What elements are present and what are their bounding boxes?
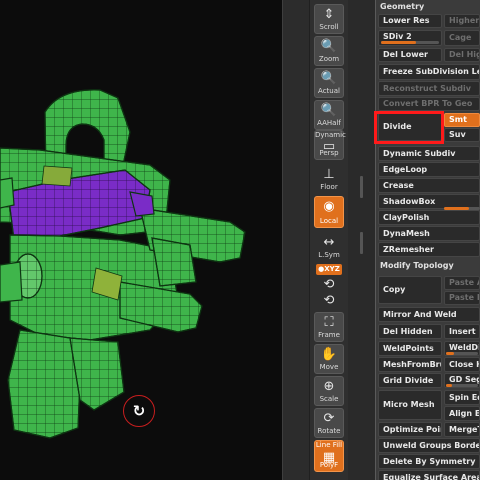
zoom-label: Zoom [318, 55, 340, 63]
floor-button[interactable]: ⊥ Floor [314, 164, 344, 194]
meshfrombrush-button[interactable]: MeshFromBrus [378, 357, 442, 372]
crease-header[interactable]: Crease [378, 178, 480, 193]
polyf-label: PolyF [319, 461, 339, 469]
lsym-label: L.Sym [318, 251, 340, 259]
rotate-cursor: ↻ [123, 395, 155, 427]
dynamesh-header[interactable]: DynaMesh [378, 226, 480, 241]
rotate-axis-1-icon: ⟲ [323, 277, 335, 292]
edgeloop-header[interactable]: EdgeLoop [378, 162, 480, 177]
rotate-cursor-icon: ↻ [132, 402, 146, 420]
cage-button[interactable]: Cage [444, 30, 480, 46]
viewport-canvas[interactable]: ↻ [0, 0, 282, 480]
rotate-axis-2-icon: ⟲ [323, 293, 335, 308]
floor-label: Floor [320, 183, 338, 191]
rotate-button[interactable]: ⟳ Rotate [314, 408, 344, 438]
reconstruct-subdiv-button[interactable]: Reconstruct Subdiv [378, 81, 480, 96]
convert-bpr-button[interactable]: Convert BPR To Geo [378, 97, 480, 111]
modify-topology-header[interactable]: Modify Topology [376, 259, 480, 273]
actual-label: Actual [318, 87, 340, 95]
xyz-button[interactable]: ●XYZ [316, 264, 342, 275]
lower-res-button[interactable]: Lower Res [378, 14, 442, 28]
shelf-scroll-mark[interactable] [360, 176, 363, 198]
local-button[interactable]: ◉ Local [314, 196, 344, 228]
spin-edge-button[interactable]: Spin Ed [444, 390, 480, 405]
divide-highlight [374, 111, 444, 144]
move-button[interactable]: ✋ Move [314, 344, 344, 374]
sdiv-label: SDiv 2 [383, 32, 412, 41]
welddist-track [446, 352, 478, 355]
delete-by-symmetry-button[interactable]: Delete By Symmetry [378, 454, 480, 469]
zoom-button[interactable]: 🔍 Zoom [314, 36, 344, 66]
welddist-fill [446, 352, 454, 355]
scroll-button[interactable]: ⇕ Scroll [314, 4, 344, 34]
insert-button[interactable]: Insert [444, 324, 480, 339]
aahalf-button[interactable]: 🔍 AAHalf [314, 100, 344, 130]
shelf-scroll-mark-2[interactable] [360, 232, 363, 254]
del-hidden-button[interactable]: Del Hidden [378, 324, 442, 339]
move-icon: ✋ [320, 347, 338, 362]
gd-segments-fill [446, 384, 453, 387]
scale-icon: ⊕ [323, 379, 335, 394]
gd-segments-label: GD Segm [449, 375, 479, 384]
line-fill-label: Line Fill [315, 441, 343, 449]
gd-segments-track [446, 384, 478, 387]
lsym-button[interactable]: ↔ L.Sym [314, 232, 344, 262]
move-label: Move [319, 363, 339, 371]
optimize-points-button[interactable]: Optimize Poin [378, 422, 442, 437]
local-icon: ◉ [323, 199, 335, 214]
frame-icon: ⛶ [324, 315, 334, 330]
rotate-icon: ⟳ [323, 411, 335, 426]
merge-tris-button[interactable]: MergeTr [444, 422, 480, 437]
paste-replace-button[interactable]: Paste Re [444, 291, 480, 305]
claypolish-header[interactable]: ClayPolish [378, 210, 480, 225]
frame-label: Frame [318, 331, 340, 339]
rotate-axis-1-button[interactable]: ⟲ [314, 276, 344, 292]
aahalf-label: AAHalf [317, 119, 341, 127]
close-holes-button[interactable]: Close Ho [444, 357, 480, 372]
zoom-icon: 🔍 [320, 39, 338, 54]
align-edge-button[interactable]: Align Ed [444, 406, 480, 421]
equalize-surface-area-button[interactable]: Equalize Surface Area [378, 470, 480, 480]
paste-append-button[interactable]: Paste Ap [444, 276, 480, 290]
sdiv-track [381, 41, 439, 44]
welddist-label: WeldDist [449, 343, 480, 352]
dynamic-subdiv-header[interactable]: Dynamic Subdiv [378, 146, 480, 161]
rotate-label: Rotate [317, 427, 341, 435]
lsym-icon: ↔ [323, 235, 335, 250]
unweld-groups-border-button[interactable]: Unweld Groups Border [378, 438, 480, 453]
copy-button[interactable]: Copy [378, 276, 442, 304]
aahalf-icon: 🔍 [320, 103, 338, 118]
scale-label: Scale [319, 395, 339, 403]
micro-mesh-button[interactable]: Micro Mesh [378, 390, 442, 420]
local-label: Local [319, 217, 339, 225]
scroll-label: Scroll [319, 23, 339, 31]
scale-button[interactable]: ⊕ Scale [314, 376, 344, 406]
weldpoints-button[interactable]: WeldPoints [378, 341, 442, 356]
viewport-border [282, 0, 310, 480]
polyf-button[interactable]: Line Fill ▦ PolyF [314, 440, 344, 472]
geometry-header[interactable]: Geometry [376, 0, 480, 14]
freeze-subdivision-button[interactable]: Freeze SubDivision Lev [378, 64, 480, 80]
actual-icon: 🔍 [320, 71, 338, 86]
frame-button[interactable]: ⛶ Frame [314, 312, 344, 342]
smt-toggle[interactable]: Smt [444, 113, 480, 127]
floor-icon: ⊥ [323, 167, 335, 182]
persp-label: Persp [319, 149, 339, 157]
grid-divide-button[interactable]: Grid Divide [378, 373, 442, 388]
sdiv-fill [381, 41, 416, 44]
del-higher-button[interactable]: Del High [444, 48, 480, 62]
persp-button[interactable]: Dynamic ▭ Persp [314, 130, 346, 160]
tray-divider[interactable] [348, 0, 375, 480]
del-lower-button[interactable]: Del Lower [378, 48, 442, 62]
zremesher-header[interactable]: ZRemesher [378, 242, 480, 257]
actual-button[interactable]: 🔍 Actual [314, 68, 344, 98]
zbrush-window: ↻ ⇕ Scroll 🔍 Zoom 🔍 Actual 🔍 AAHalf Dyna… [0, 0, 480, 480]
mirror-weld-button[interactable]: Mirror And Weld [378, 307, 480, 322]
suv-toggle[interactable]: Suv [444, 128, 480, 142]
higher-res-button[interactable]: Higher R [444, 14, 480, 28]
rotate-axis-2-button[interactable]: ⟲ [314, 292, 344, 308]
scroll-icon: ⇕ [323, 7, 335, 22]
